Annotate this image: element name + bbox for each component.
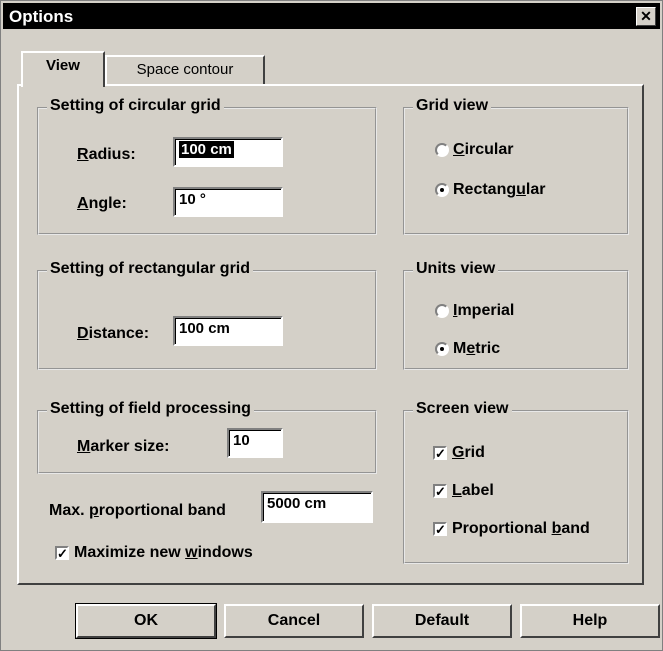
maximize-new-windows-checkbox[interactable]: ✓ Maximize new windows <box>55 544 253 562</box>
screen-view-group: Screen view ✓ Grid ✓ Label ✓ Proportiona… <box>403 400 629 564</box>
metric-radio[interactable]: Metric <box>435 340 500 358</box>
rectangular-grid-group: Setting of rectangular grid Distance: 10… <box>37 260 377 370</box>
imperial-radio[interactable]: Imperial <box>435 302 514 320</box>
circular-radio[interactable]: Circular <box>435 141 513 159</box>
maximize-new-windows-label: Maximize new windows <box>74 544 253 561</box>
units-view-title: Units view <box>413 260 499 278</box>
distance-field[interactable]: 100 cm <box>173 316 283 346</box>
rectangular-grid-title: Setting of rectangular grid <box>47 260 254 278</box>
maximize-check-icon: ✓ <box>55 546 69 561</box>
units-view-group: Units view Imperial Metric <box>403 260 629 370</box>
circular-radio-circle <box>435 143 449 157</box>
max-proportional-band-label: Max. proportional band <box>49 502 226 519</box>
cancel-button[interactable]: Cancel <box>224 604 364 638</box>
label-check-icon: ✓ <box>433 484 447 499</box>
grid-view-title: Grid view <box>413 97 492 115</box>
grid-checkbox-label: Grid <box>452 444 485 461</box>
imperial-radio-circle <box>435 304 449 318</box>
imperial-radio-label: Imperial <box>453 302 515 319</box>
label-checkbox-label: Label <box>452 482 494 499</box>
rectangular-radio-label: Rectangular <box>453 181 546 198</box>
tab-space-contour[interactable]: Space contour <box>105 55 265 85</box>
radius-field[interactable]: 100 cm <box>173 137 283 167</box>
angle-label: Angle: <box>77 195 127 212</box>
proportional-band-checkbox[interactable]: ✓ Proportional band <box>433 520 590 538</box>
radius-label: Radius: <box>77 146 136 163</box>
help-button[interactable]: Help <box>520 604 660 638</box>
view-tab-panel: Setting of circular grid Radius: 100 cm … <box>17 84 644 585</box>
proportional-band-checkbox-label: Proportional band <box>452 520 590 537</box>
field-processing-group: Setting of field processing Marker size:… <box>37 400 377 474</box>
marker-size-label: Marker size: <box>77 438 170 455</box>
circular-radio-label: Circular <box>453 141 514 158</box>
screen-view-title: Screen view <box>413 400 512 418</box>
circular-grid-group: Setting of circular grid Radius: 100 cm … <box>37 97 377 235</box>
options-dialog: Options ✕ View Space contour Setting of … <box>0 0 663 651</box>
circular-grid-title: Setting of circular grid <box>47 97 224 115</box>
rectangular-radio-circle <box>435 183 449 197</box>
window-title: Options <box>9 7 74 26</box>
close-icon[interactable]: ✕ <box>636 7 656 26</box>
grid-check-icon: ✓ <box>433 446 447 461</box>
ok-button[interactable]: OK <box>75 603 217 639</box>
grid-view-group: Grid view Circular Rectangular <box>403 97 629 235</box>
field-processing-title: Setting of field processing <box>47 400 254 418</box>
default-button[interactable]: Default <box>372 604 512 638</box>
marker-size-field[interactable]: 10 <box>227 428 283 458</box>
title-bar: Options ✕ <box>3 3 660 29</box>
label-checkbox[interactable]: ✓ Label <box>433 482 494 500</box>
metric-radio-label: Metric <box>453 340 501 357</box>
max-proportional-band-field[interactable]: 5000 cm <box>261 491 373 523</box>
angle-field[interactable]: 10 ° <box>173 187 283 217</box>
grid-checkbox[interactable]: ✓ Grid <box>433 444 485 462</box>
metric-radio-circle <box>435 342 449 356</box>
proportional-band-check-icon: ✓ <box>433 522 447 537</box>
tab-view[interactable]: View <box>21 51 105 87</box>
distance-label: Distance: <box>77 325 150 342</box>
rectangular-radio[interactable]: Rectangular <box>435 181 545 199</box>
